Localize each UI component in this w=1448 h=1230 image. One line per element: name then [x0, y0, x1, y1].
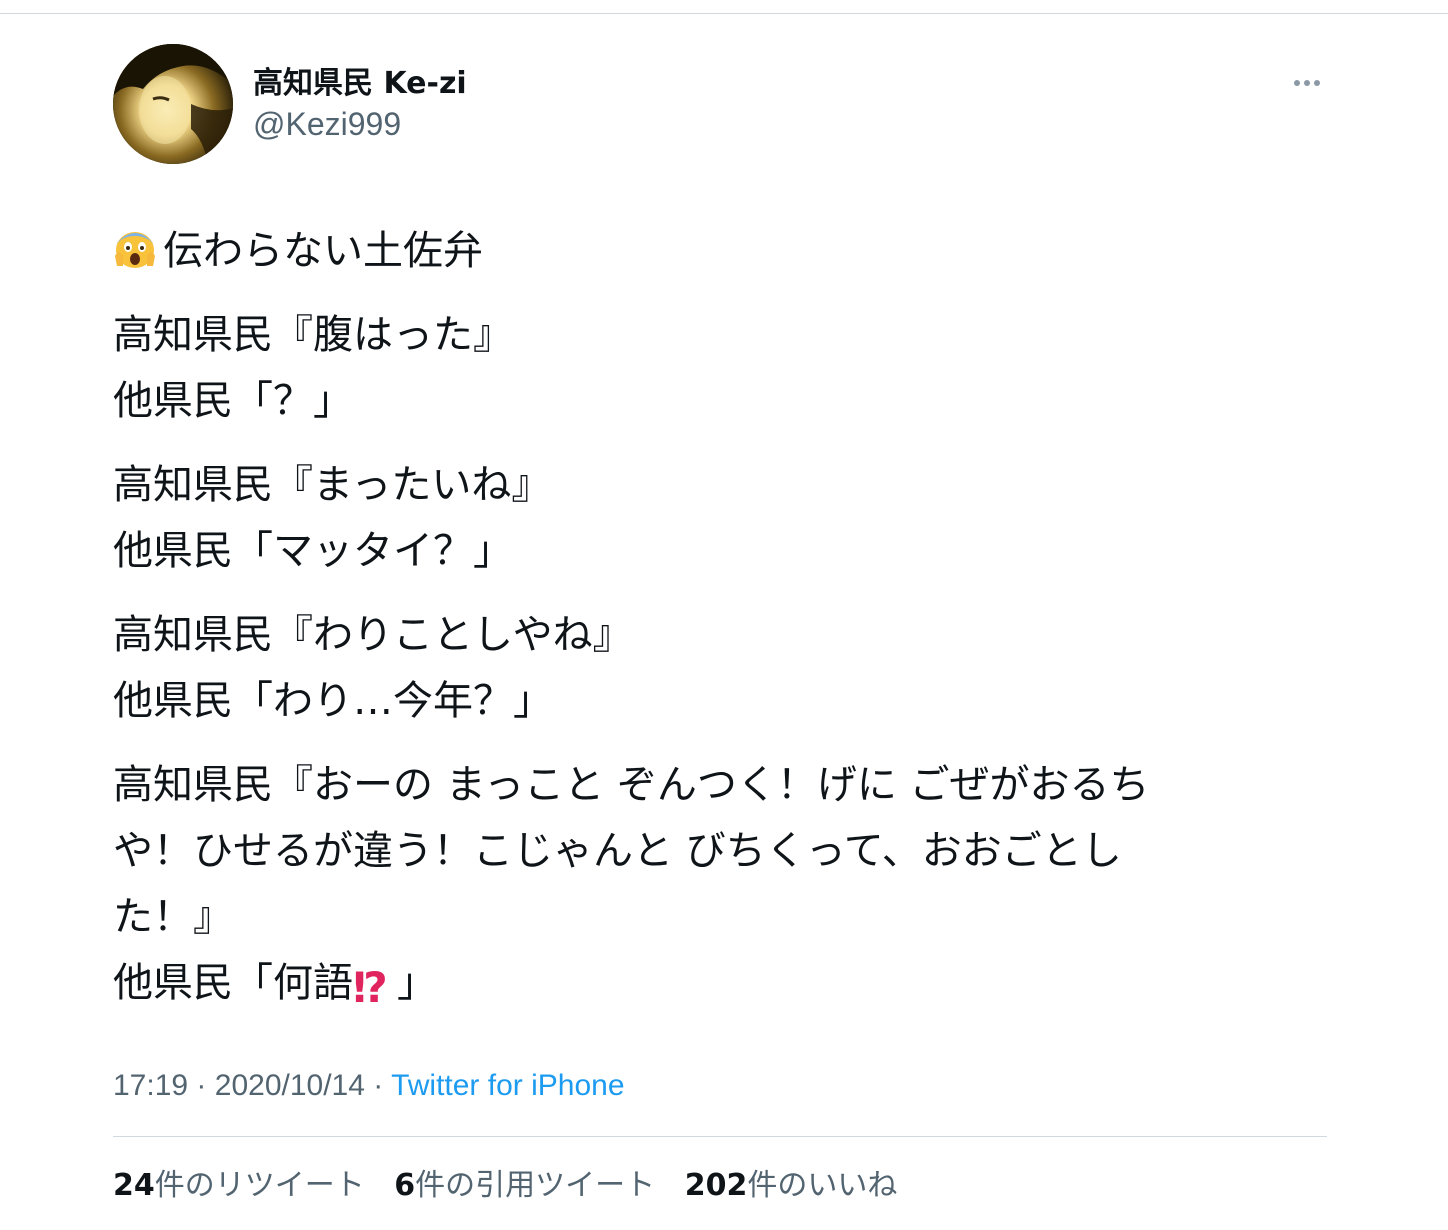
tweet-source-link[interactable]: Twitter for iPhone	[391, 1069, 624, 1102]
exclamation-question-icon: ⁉	[353, 963, 388, 1012]
meta-separator: ·	[373, 1069, 384, 1102]
stats-divider	[113, 1136, 1327, 1137]
tweet-stats: 24件のリツイート 6件の引用ツイート 202件のいいね	[113, 1166, 917, 1206]
display-name[interactable]: 高知県民 Ke-zi	[253, 64, 467, 104]
retweets-stat[interactable]: 24件のリツイート	[113, 1166, 365, 1206]
retweets-label: 件のリツイート	[154, 1168, 365, 1203]
tweet-line: た！』	[113, 894, 233, 940]
tweet-line: 他県民「マッタイ？」	[113, 528, 513, 574]
tweet: 高知県民 Ke-zi @Kezi999 伝わらない土佐弁 高知県民『腹はった』 …	[113, 44, 1327, 1203]
more-dot	[1304, 80, 1310, 86]
tweet-date[interactable]: 2020/10/14	[215, 1069, 365, 1102]
tweet-line: や！ひせるが違う！こじゃんと びちくって、おおごとし	[113, 828, 1122, 874]
quotes-count: 6	[394, 1168, 416, 1203]
tweet-line: 高知県民『わりことしやね』	[113, 612, 633, 658]
likes-label: 件のいいね	[747, 1168, 898, 1203]
tweet-line: 高知県民『腹はった』	[113, 312, 513, 358]
top-divider	[0, 13, 1448, 14]
avatar-image	[113, 44, 233, 164]
tweet-header: 高知県民 Ke-zi @Kezi999	[113, 44, 1327, 166]
tweet-line: 高知県民『おーの まっこと ぞんつく！げに ごぜがおるち	[113, 762, 1150, 808]
tweet-text: 伝わらない土佐弁 高知県民『腹はった』 他県民「？」 高知県民『まったいね』 他…	[113, 218, 1327, 1016]
likes-count: 202	[684, 1168, 748, 1203]
more-dot	[1314, 80, 1320, 86]
tweet-line: 高知県民『まったいね』	[113, 462, 552, 508]
tweet-line: 他県民「わり…今年？」	[113, 678, 553, 724]
face-screaming-in-fear-icon	[115, 232, 155, 268]
tweet-last-line: 他県民「何語⁉」	[113, 950, 1327, 1016]
user-handle[interactable]: @Kezi999	[253, 104, 467, 144]
tweet-line: 伝わらない土佐弁	[163, 228, 483, 274]
user-names: 高知県民 Ke-zi @Kezi999	[253, 64, 467, 144]
tweet-line: 他県民「？」	[113, 378, 353, 424]
avatar[interactable]	[113, 44, 233, 164]
quotes-label: 件の引用ツイート	[415, 1168, 656, 1203]
tweet-title-line: 伝わらない土佐弁	[113, 218, 1327, 284]
retweets-count: 24	[113, 1168, 155, 1203]
tweet-meta: 17:19 · 2020/10/14 · Twitter for iPhone	[113, 1066, 625, 1106]
tweet-line: 」	[397, 960, 437, 1006]
tweet-line: 他県民「何語	[113, 960, 353, 1006]
more-options-button[interactable]	[1287, 68, 1327, 98]
more-horizontal-icon	[1294, 80, 1300, 86]
meta-separator: ·	[196, 1069, 207, 1102]
likes-stat[interactable]: 202件のいいね	[685, 1166, 898, 1206]
tweet-time[interactable]: 17:19	[113, 1069, 188, 1102]
quotes-stat[interactable]: 6件の引用ツイート	[394, 1166, 655, 1206]
